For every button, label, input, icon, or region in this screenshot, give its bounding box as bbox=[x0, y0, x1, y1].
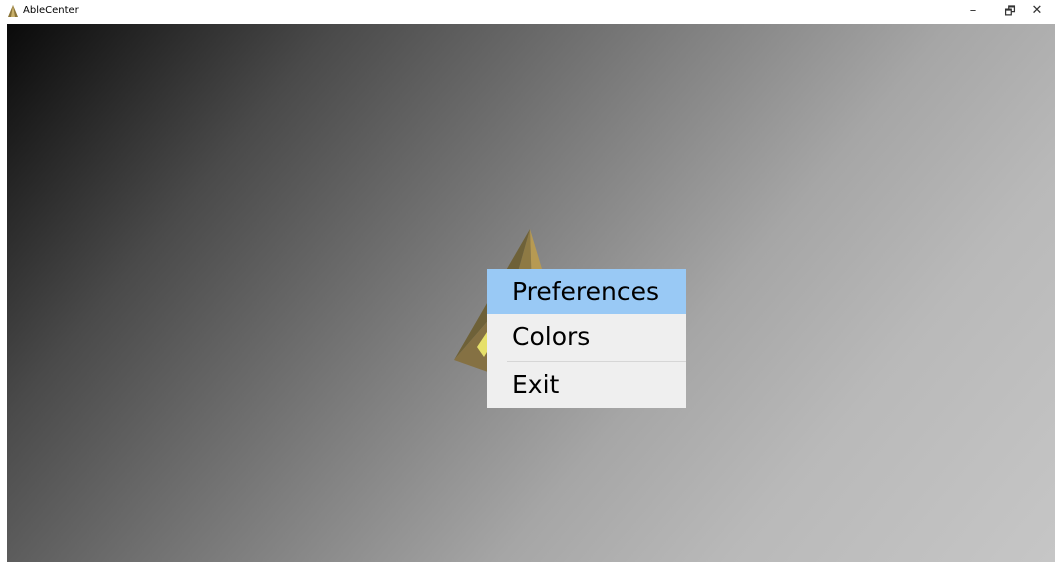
minimize-button[interactable]: – bbox=[955, 0, 991, 24]
app-logo-icon bbox=[8, 5, 18, 17]
menu-item-exit[interactable]: Exit bbox=[487, 364, 686, 408]
title-bar: AbleCenter – 🗗 ✕ bbox=[0, 0, 1055, 24]
menu-separator bbox=[507, 361, 686, 362]
context-menu: Preferences Colors Exit bbox=[487, 269, 686, 408]
menu-item-preferences[interactable]: Preferences bbox=[487, 269, 686, 314]
menu-item-colors[interactable]: Colors bbox=[487, 314, 686, 359]
window-title: AbleCenter bbox=[23, 5, 79, 16]
close-button[interactable]: ✕ bbox=[1019, 0, 1055, 24]
